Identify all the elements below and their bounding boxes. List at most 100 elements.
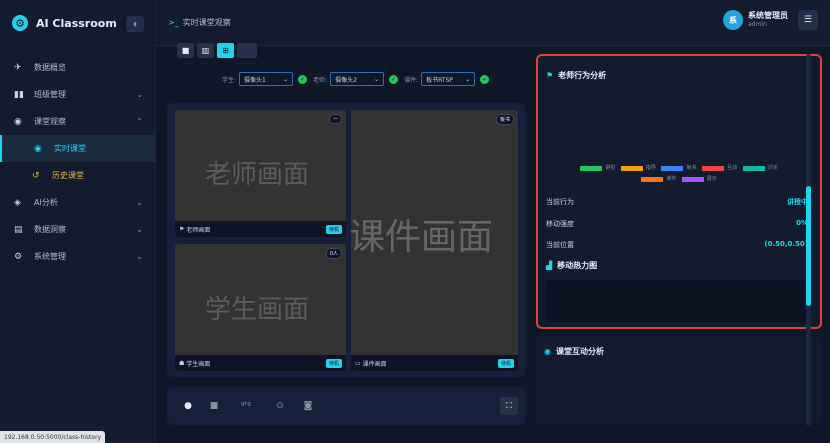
sidebar-nav: ✈ 数据概览 ▮▮ 班级管理 ⌄ ◉ 课堂观察 ⌃ ◉ 实时课堂 ↺ 历史课堂	[0, 46, 155, 270]
sidebar-item-label: 课堂观察	[34, 117, 66, 126]
courseware-source-value: 板书RTSP	[426, 76, 453, 84]
playback-controls: ● ■ ᵍᵗᵍ ⊙ ◙ ⛶	[167, 387, 526, 425]
analysis-column: ⚑ 老师行为分析 讲授 指导 板书 互动 讨论 课件 展示 当前行为 讲授中 移…	[536, 46, 822, 426]
heatmap-title-text: 移动热力图	[557, 261, 598, 270]
sidebar-item-live-class[interactable]: ◉ 实时课堂	[0, 135, 155, 162]
stop-button[interactable]: ■	[207, 399, 221, 413]
teacher-source-select[interactable]: 摄像头2 ⌄	[330, 72, 385, 86]
sidebar-item-history-class[interactable]: ↺ 历史课堂	[0, 162, 155, 189]
teacher-behavior-panel: ⚑ 老师行为分析 讲授 指导 板书 互动 讨论 课件 展示 当前行为 讲授中 移…	[536, 54, 822, 329]
layout-grid-button[interactable]: ⊞	[217, 43, 234, 58]
student-pane-label: 学生画面	[186, 360, 211, 368]
student-placeholder-text: 学生画面	[205, 295, 310, 325]
user-menu: 系 系统管理员 admin ☰	[723, 10, 818, 30]
student-source-value: 摄像头1	[244, 76, 266, 84]
stats-icon: ▤	[14, 224, 23, 235]
camera-button[interactable]: ◙	[301, 399, 315, 413]
teacher-source: 老师: 摄像头2 ⌄ ✓	[313, 72, 399, 86]
legend-label: 互动	[727, 165, 738, 171]
sidebar-item-insights[interactable]: ▤ 数据洞察 ⌄	[0, 216, 155, 243]
scrollbar-thumb[interactable]	[806, 186, 811, 306]
legend-label: 课件	[666, 176, 677, 182]
sidebar-item-label: 实时课堂	[54, 144, 86, 153]
sidebar-item-overview[interactable]: ✈ 数据概览	[0, 54, 155, 81]
sidebar-collapse-button[interactable]: ‹	[126, 16, 144, 32]
layout-switcher: ■ ▥ ⊞	[177, 43, 260, 58]
student-pane-bar: ☗ 学生画面 待机	[175, 355, 346, 371]
heatmap-title: ▟ 移动热力图	[546, 260, 597, 271]
topbar: >_ 实时课堂观察 系 系统管理员 admin ☰	[156, 0, 830, 46]
book-icon: ▮▮	[14, 89, 24, 100]
student-count-badge: 0人	[325, 248, 342, 259]
analysis-scrollbar[interactable]	[806, 54, 811, 426]
legend-item[interactable]: 指导	[620, 164, 656, 173]
student-source-label: 学生:	[222, 76, 237, 84]
courseware-placeholder-text: 课件画面	[351, 217, 494, 258]
settings-button[interactable]: ☰	[798, 10, 818, 30]
legend-label: 讲授	[605, 165, 616, 171]
info-value: 讲授中	[787, 198, 808, 206]
layout-split-button[interactable]: ▥	[197, 43, 214, 58]
students-icon: ☗	[179, 359, 187, 367]
panel-title-text: 老师行为分析	[558, 71, 607, 80]
user-role: admin	[748, 21, 767, 28]
chevron-down-icon: ⌄	[136, 252, 143, 261]
sidebar-item-label: 数据概览	[34, 63, 66, 72]
record-button[interactable]: ●	[181, 399, 195, 413]
legend-item[interactable]: 课件	[641, 175, 676, 184]
legend-item[interactable]: 讨论	[742, 164, 778, 173]
sidebar-item-observation[interactable]: ◉ 课堂观察 ⌃	[0, 108, 155, 135]
teacher-video-pane[interactable]: 老师画面 — ⚑ 老师画面 待机	[175, 110, 346, 237]
terminal-icon: >_	[168, 18, 179, 27]
sidebar-item-system[interactable]: ⚙ 系统管理 ⌄	[0, 243, 155, 270]
legend-item[interactable]: 展示	[681, 175, 717, 184]
status-badge: 待机	[325, 224, 342, 234]
settings-cog-icon: ⚙	[14, 251, 23, 262]
legend-swatch	[641, 177, 664, 182]
signal-button[interactable]: ᵍᵗᵍ	[239, 399, 253, 413]
broadcast-icon: ◉	[544, 347, 551, 356]
legend-label: 指导	[645, 165, 656, 171]
courseware-badge: 板书	[495, 114, 514, 125]
teacher-pane-bar: ⚑ 老师画面 待机	[175, 221, 346, 237]
chevron-down-icon: ⌄	[136, 225, 143, 234]
user-info: 系统管理员 admin	[748, 11, 788, 29]
app-root: ⚙ AI Classroom ‹ ✈ 数据概览 ▮▮ 班级管理 ⌄ ◉ 课堂观察…	[0, 0, 830, 443]
sidebar-item-label: 数据洞察	[34, 225, 66, 234]
behavior-legend: 讲授 指导 板书 互动 讨论 课件 展示	[538, 164, 820, 186]
status-url: 192.168.0.50:5000/class-history	[0, 431, 106, 443]
courseware-video-pane[interactable]: 课件画面 板书 ▭ 课件画面 待机	[351, 110, 518, 371]
class-interaction-panel: ◉ 课堂互动分析	[536, 336, 822, 424]
legend-item[interactable]: 互动	[702, 164, 737, 173]
chevron-down-icon: ⌄	[374, 75, 380, 83]
breadcrumb-label: 实时课堂观察	[182, 18, 231, 27]
layout-single-button[interactable]: ■	[177, 43, 194, 58]
student-source-select[interactable]: 摄像头1 ⌄	[239, 72, 294, 86]
teacher-behavior-title: ⚑ 老师行为分析	[546, 70, 606, 81]
eye-icon: ◉	[14, 116, 22, 127]
legend-item[interactable]: 讲授	[580, 164, 615, 173]
legend-swatch	[742, 166, 765, 171]
legend-swatch	[580, 166, 603, 171]
current-behavior-row: 当前行为 讲授中	[546, 197, 808, 209]
teacher-icon: ⚑	[546, 71, 554, 80]
info-value: (0.50,0.50)	[764, 240, 808, 248]
layout-extra-button[interactable]	[237, 43, 257, 58]
student-video-pane[interactable]: 学生画面 0人 ☗ 学生画面 待机	[175, 244, 346, 371]
avatar[interactable]: 系	[723, 10, 743, 30]
sidebar-item-classes[interactable]: ▮▮ 班级管理 ⌄	[0, 81, 155, 108]
teacher-source-label: 老师:	[313, 76, 328, 84]
fullscreen-button[interactable]: ⛶	[500, 397, 518, 415]
legend-swatch	[661, 166, 684, 171]
courseware-pane-bar: ▭ 课件画面 待机	[351, 355, 518, 371]
teacher-placeholder-text: 老师画面	[205, 160, 310, 190]
legend-item[interactable]: 板书	[661, 164, 697, 173]
courseware-source-select[interactable]: 板书RTSP ⌄	[421, 72, 476, 86]
sidebar-item-ai-analysis[interactable]: ◈ AI分析 ⌄	[0, 189, 155, 216]
brain-icon: ◈	[14, 197, 21, 208]
legend-swatch	[620, 166, 643, 171]
courseware-pane-label: 课件画面	[362, 360, 387, 368]
brand-logo-icon: ⚙	[12, 15, 28, 31]
target-button[interactable]: ⊙	[273, 399, 287, 413]
legend-label: 展示	[706, 176, 717, 182]
